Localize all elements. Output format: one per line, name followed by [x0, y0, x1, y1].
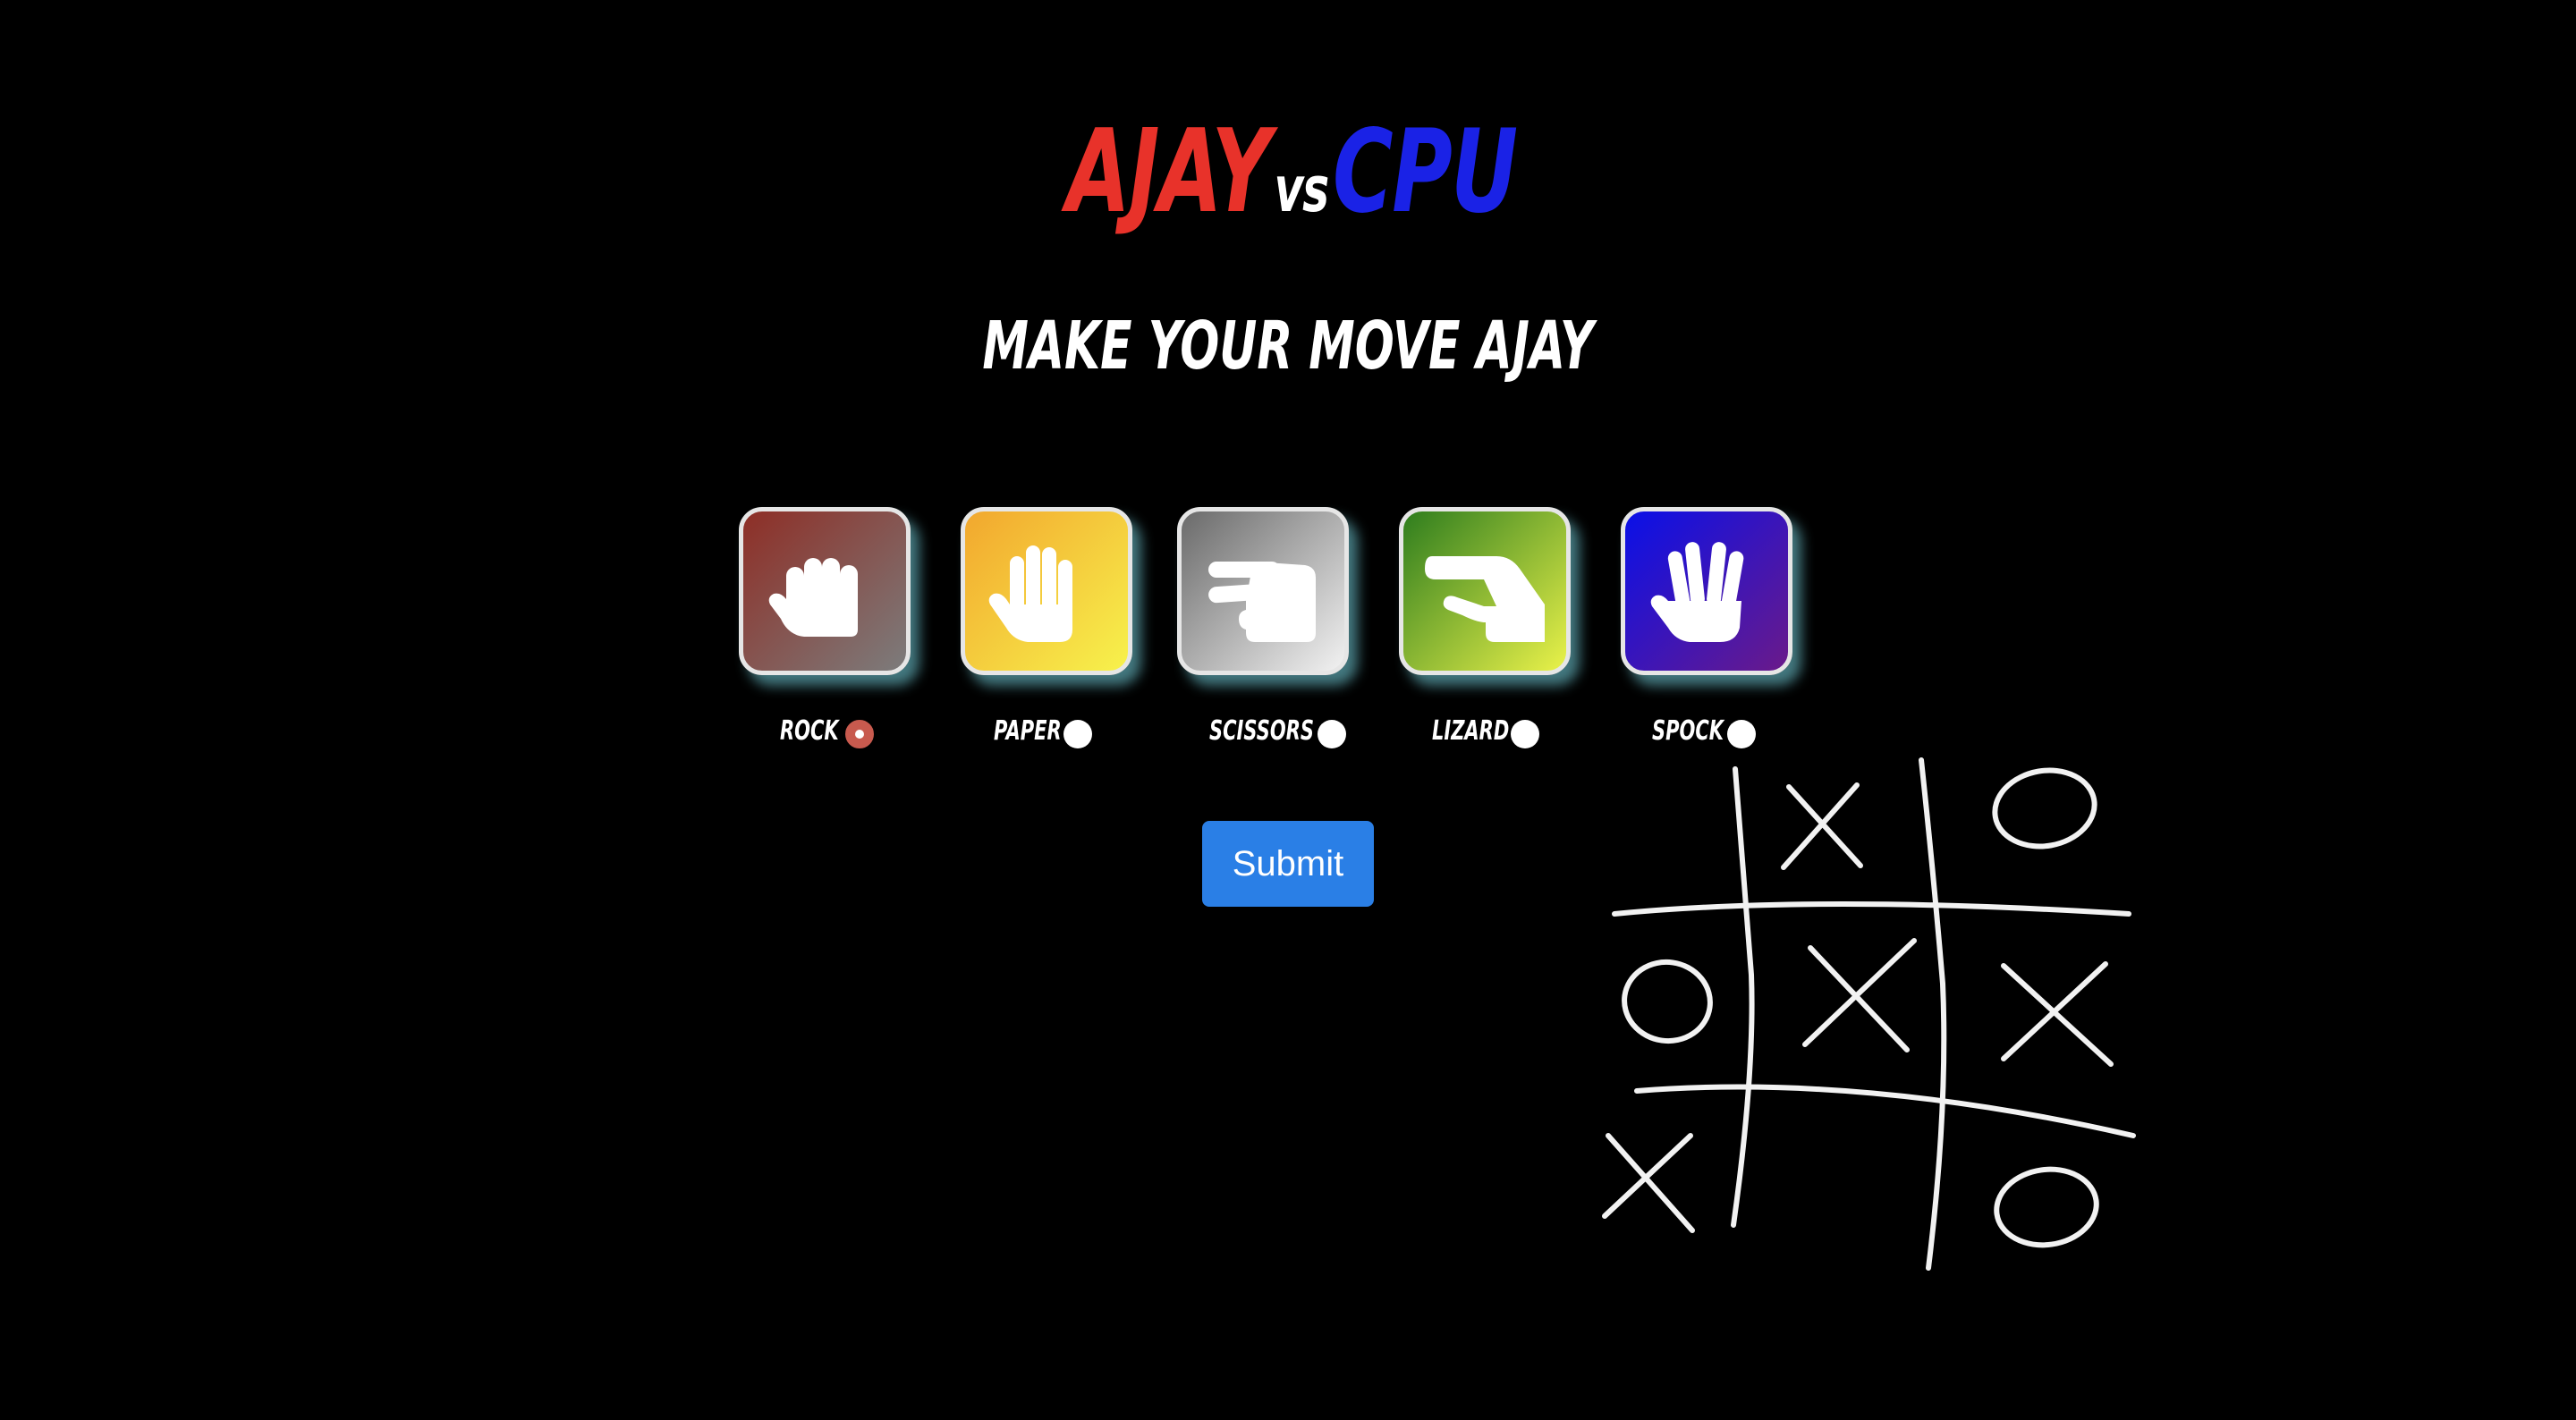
scissors-label: SCISSORS — [1209, 715, 1314, 747]
scissors-radio[interactable] — [1318, 720, 1346, 748]
opponent-name: CPU — [1333, 106, 1518, 239]
submit-button[interactable]: Submit — [1202, 821, 1374, 907]
paper-label: PAPER — [994, 715, 1062, 747]
move-prompt-text: MAKE YOUR MOVE AJAY — [982, 308, 1594, 385]
rock-label: ROCK — [780, 715, 839, 747]
lizard-radio[interactable] — [1511, 720, 1539, 748]
spock-label: SPOCK — [1652, 715, 1724, 747]
spock-choice-tile[interactable] — [1621, 507, 1792, 675]
game-title: AJAY vs CPU — [0, 106, 2576, 239]
vs-label: vs — [1275, 153, 1329, 226]
lizard-choice-tile[interactable] — [1399, 507, 1571, 675]
fist-icon — [768, 558, 858, 637]
scissors-hand-icon — [1208, 562, 1316, 642]
rock-radio[interactable] — [845, 720, 874, 748]
spock-radio[interactable] — [1727, 720, 1756, 748]
move-prompt: MAKE YOUR MOVE AJAY — [0, 308, 2576, 385]
open-hand-icon — [988, 545, 1072, 642]
paper-choice-tile[interactable] — [961, 507, 1132, 675]
tic-tac-toe-chalk-icon — [1602, 757, 2136, 1271]
lizard-label: LIZARD — [1432, 715, 1510, 747]
player-name: AJAY — [1066, 106, 1271, 239]
paper-radio[interactable] — [1063, 720, 1092, 748]
lizard-hand-icon — [1425, 556, 1545, 642]
rock-choice-tile[interactable] — [739, 507, 911, 675]
scissors-choice-tile[interactable] — [1177, 507, 1349, 675]
vulcan-salute-icon — [1650, 542, 1744, 642]
